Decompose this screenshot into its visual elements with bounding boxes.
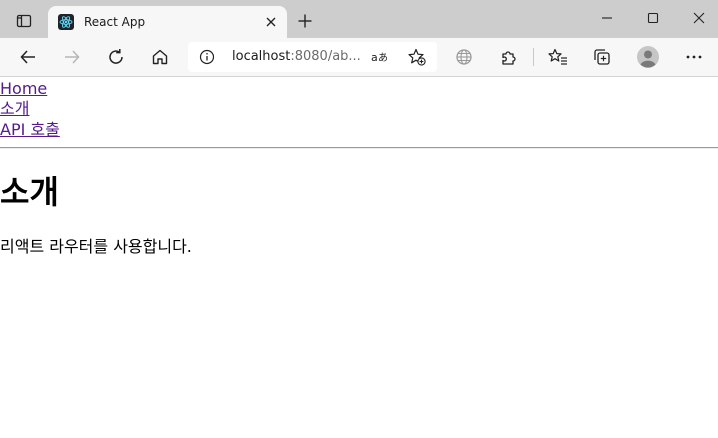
close-icon: [693, 12, 705, 24]
tab-actions-icon: [16, 13, 32, 29]
puzzle-icon: [500, 48, 518, 66]
nav-link-home[interactable]: Home: [0, 79, 47, 99]
nav-link-api[interactable]: API 호출: [0, 120, 60, 140]
refresh-button[interactable]: [101, 42, 131, 72]
page-heading: 소개: [0, 173, 59, 211]
home-icon: [151, 48, 169, 66]
close-window-button[interactable]: [676, 6, 718, 30]
tab-title: React App: [84, 15, 146, 29]
favorites-button[interactable]: [543, 42, 573, 72]
back-arrow-icon: [19, 48, 37, 66]
active-tab[interactable]: React App: [48, 6, 287, 38]
close-icon: [265, 16, 277, 28]
globe-icon: [455, 48, 473, 66]
extensions-button[interactable]: [494, 42, 524, 72]
browser-toolbar: localhost:8080/ab... a あ: [0, 38, 718, 77]
add-favorite-icon[interactable]: [406, 46, 428, 68]
maximize-icon: [647, 12, 659, 24]
minimize-button[interactable]: [584, 6, 630, 30]
url-text[interactable]: localhost:8080/ab...: [232, 49, 360, 65]
new-tab-button[interactable]: [294, 10, 316, 32]
react-logo-icon: [58, 14, 74, 30]
svg-text:あ: あ: [378, 52, 388, 64]
more-menu-button[interactable]: [679, 42, 709, 72]
url-host: localhost: [232, 49, 291, 64]
nav-link-about[interactable]: 소개: [0, 99, 29, 119]
page-viewport: Home 소개 API 호출 소개 리액트 라우터를 사용합니다.: [0, 77, 718, 438]
forward-button[interactable]: [57, 42, 87, 72]
home-button[interactable]: [145, 42, 175, 72]
read-aloud-icon[interactable]: a あ: [369, 46, 391, 68]
svg-text:a: a: [371, 51, 378, 64]
collections-icon: [593, 48, 611, 66]
maximize-button[interactable]: [630, 6, 676, 30]
plus-icon: [297, 13, 313, 29]
back-button[interactable]: [13, 42, 43, 72]
horizontal-rule: [0, 147, 718, 149]
info-icon[interactable]: [198, 48, 216, 66]
collections-button[interactable]: [587, 42, 617, 72]
url-path: :8080/ab...: [290, 49, 360, 64]
minimize-icon: [601, 12, 613, 24]
profile-button[interactable]: [633, 42, 663, 72]
tab-strip: React App: [0, 0, 718, 38]
profile-avatar-icon: [637, 46, 659, 68]
page-description: 리액트 라우터를 사용합니다.: [0, 237, 192, 256]
tab-actions-button[interactable]: [10, 9, 38, 33]
toolbar-separator: [533, 48, 534, 66]
refresh-icon: [107, 48, 125, 66]
browser-essentials-button[interactable]: [449, 42, 479, 72]
favorites-icon: [548, 48, 568, 66]
close-tab-button[interactable]: [263, 14, 279, 30]
address-bar[interactable]: localhost:8080/ab... a あ: [188, 42, 437, 72]
more-icon: [685, 48, 703, 66]
forward-arrow-icon: [63, 48, 81, 66]
